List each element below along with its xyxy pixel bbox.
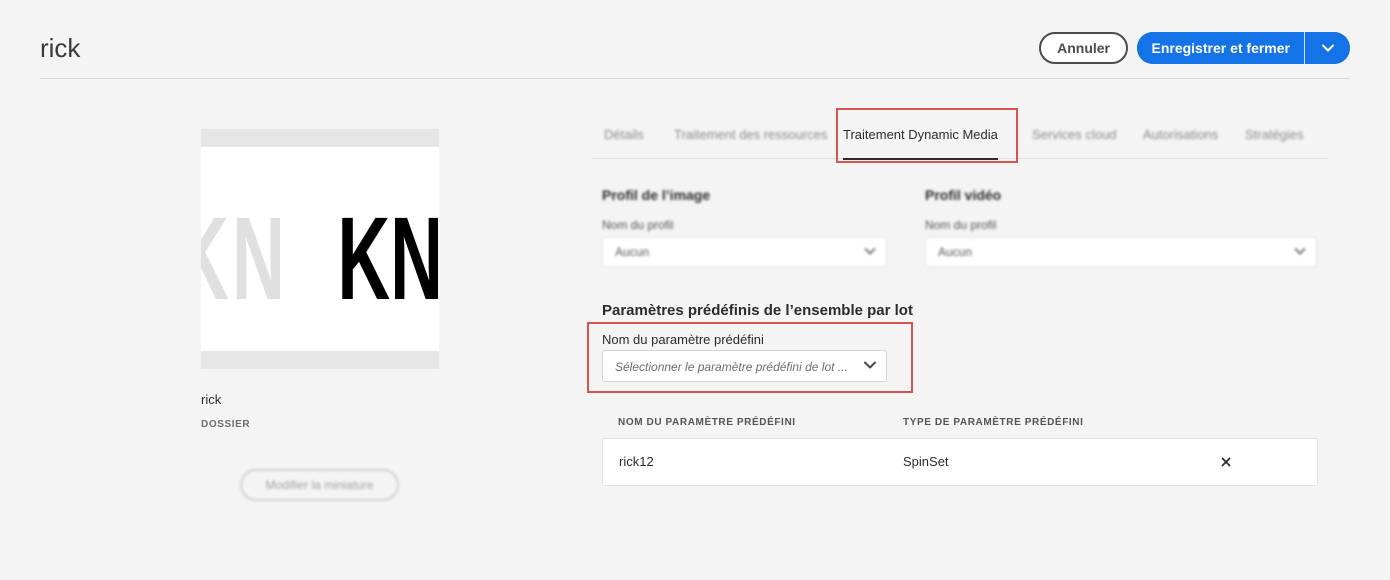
page-header: rick Annuler Enregistrer et fermer (40, 0, 1350, 79)
table-row: rick12 SpinSet (602, 438, 1318, 486)
page-title: rick (40, 33, 81, 63)
thumbnail-letter: N (390, 192, 439, 324)
image-profile-heading: Profil de l’image (602, 187, 711, 203)
image-profile-select[interactable]: Aucun (602, 237, 887, 267)
image-profile-value: Aucun (615, 245, 650, 259)
batch-preset-select[interactable]: Sélectionner le paramètre prédéfini de l… (602, 350, 887, 382)
video-profile-value: Aucun (938, 245, 973, 259)
properties-tabs: Détails Traitement des ressources Traite… (592, 112, 1328, 160)
tab-policies[interactable]: Stratégies (1245, 112, 1304, 159)
image-profile-label: Nom du profil (602, 218, 674, 232)
tab-dynamic-media-processing[interactable]: Traitement Dynamic Media (843, 112, 998, 160)
save-options-button[interactable] (1305, 32, 1350, 64)
tab-permissions[interactable]: Autorisations (1143, 112, 1218, 159)
thumbnail-letter: K (337, 192, 390, 324)
tab-details[interactable]: Détails (604, 112, 644, 159)
chevron-down-icon (1321, 44, 1334, 52)
chevron-down-icon (1294, 247, 1306, 255)
batch-preset-label: Nom du paramètre prédéfini (602, 332, 764, 347)
folder-name: rick (201, 392, 222, 407)
video-profile-select[interactable]: Aucun (925, 237, 1317, 267)
column-header-preset-name: NOM DU PARAMÈTRE PRÉDÉFINI (618, 417, 796, 428)
video-profile-heading: Profil vidéo (925, 187, 1002, 203)
batch-set-heading: Paramètres prédéfinis de l’ensemble par … (602, 302, 913, 319)
batch-preset-placeholder: Sélectionner le paramètre prédéfini de l… (615, 360, 848, 374)
cancel-button[interactable]: Annuler (1039, 32, 1128, 64)
close-icon (1221, 457, 1231, 467)
tab-cloud-services[interactable]: Services cloud (1032, 112, 1117, 159)
edit-thumbnail-button[interactable]: Modifier la miniature (240, 469, 399, 501)
chevron-down-icon (864, 361, 876, 369)
save-and-close-button[interactable]: Enregistrer et fermer (1137, 32, 1304, 64)
preset-type-cell: SpinSet (903, 454, 949, 469)
chevron-down-icon (864, 247, 876, 255)
video-profile-label: Nom du profil (925, 218, 997, 232)
remove-preset-button[interactable] (1217, 453, 1235, 471)
column-header-preset-type: TYPE DE PARAMÈTRE PRÉDÉFINI (903, 417, 1084, 428)
folder-type: DOSSIER (201, 419, 251, 430)
folder-thumbnail: K N K N (201, 129, 439, 369)
thumbnail-letter: N (232, 192, 285, 324)
thumbnail-letter: K (201, 192, 229, 324)
tab-asset-processing[interactable]: Traitement des ressources (674, 112, 827, 159)
thumbnail-image: K N K N (201, 147, 439, 351)
thumbnail-graphic: K N K N (201, 192, 439, 324)
save-button-divider (1304, 32, 1305, 64)
preset-name-cell: rick12 (619, 454, 654, 469)
save-button-group: Enregistrer et fermer (1137, 32, 1350, 64)
